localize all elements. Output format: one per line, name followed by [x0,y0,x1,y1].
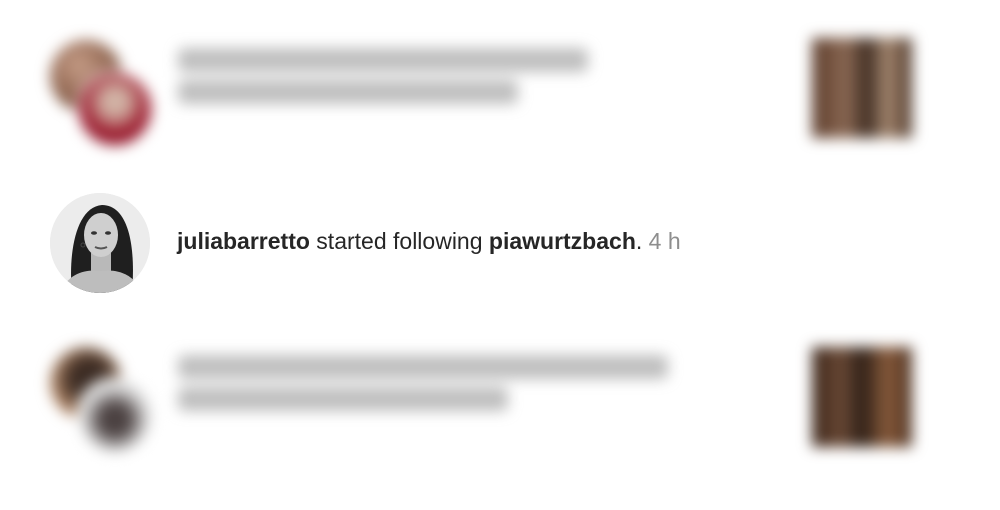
activity-item-follow[interactable]: juliabarretto started following piawurtz… [0,193,1000,293]
post-thumbnail[interactable] [812,347,912,447]
blurred-text-line [178,355,668,379]
activity-item-blurred-2[interactable] [0,345,1000,455]
action-text: started following [309,228,489,254]
stacked-avatars[interactable] [50,38,155,148]
stacked-avatars[interactable] [50,345,155,455]
target-username[interactable]: piawurtzbach [489,228,636,254]
notification-text: juliabarretto started following piawurtz… [177,226,681,256]
profile-photo [50,193,150,293]
timestamp: 4 h [648,228,681,254]
actor-username[interactable]: juliabarretto [177,228,310,254]
blurred-text-line [178,387,508,411]
avatar [76,70,154,148]
activity-item-blurred-1[interactable] [0,38,1000,148]
blurred-text-line [178,48,588,72]
post-thumbnail[interactable] [812,38,912,138]
blurred-text-line [178,80,518,104]
avatar [76,377,154,455]
avatar[interactable] [50,193,150,293]
period: . [635,228,643,254]
